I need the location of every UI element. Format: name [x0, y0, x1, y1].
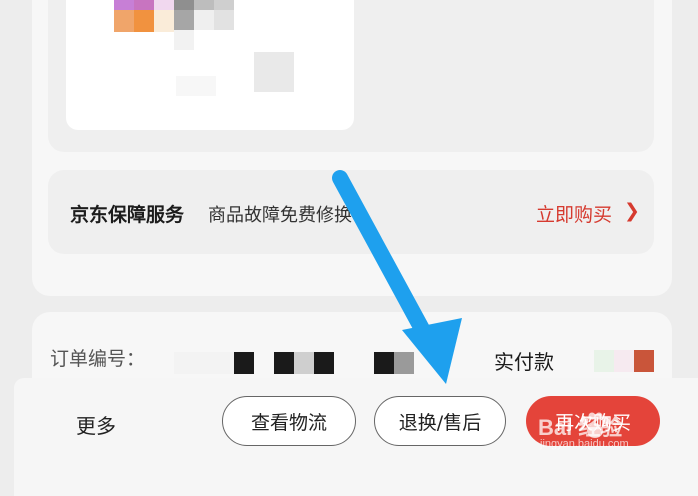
product-image-blurred[interactable]	[66, 0, 354, 130]
chevron-right-icon: ❯	[624, 200, 640, 222]
order-number-value-blurred	[150, 348, 420, 376]
guarantee-service-row[interactable]: 京东保障服务 商品故障免费修换 立即购买 ❯	[48, 170, 654, 254]
more-button[interactable]: 更多	[76, 410, 116, 439]
return-aftersale-button[interactable]: 退换/售后	[374, 396, 506, 446]
order-number-label: 订单编号：	[50, 348, 146, 370]
guarantee-description: 商品故障免费修换	[208, 205, 352, 226]
buy-now-link[interactable]: 立即购买	[536, 200, 612, 227]
watermark-url: jingyan.baidu.com	[540, 438, 629, 450]
guarantee-title: 京东保障服务	[70, 204, 185, 226]
view-logistics-button[interactable]: 查看物流	[222, 396, 356, 446]
baidu-paw-icon	[581, 412, 610, 438]
paid-amount-value-blurred	[594, 350, 654, 372]
paid-amount-label: 实付款	[494, 350, 554, 374]
